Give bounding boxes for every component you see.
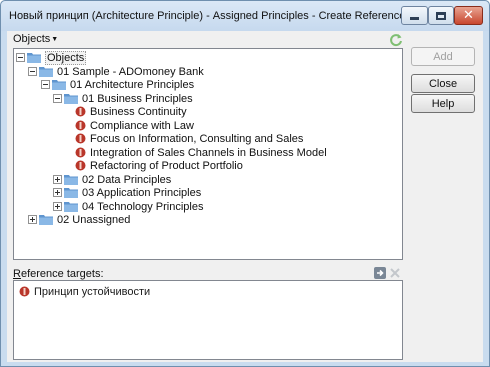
tree-node-business-principles[interactable]: 01 Business Principles	[53, 92, 193, 105]
folder-icon	[27, 53, 41, 63]
expand-icon[interactable]	[53, 188, 62, 197]
close-button[interactable]: Close	[411, 74, 475, 93]
folder-icon	[64, 202, 78, 212]
maximize-icon	[436, 11, 446, 20]
tree-node-technology-principles[interactable]: 04 Technology Principles	[53, 200, 203, 213]
reference-targets-label: Reference targets:	[13, 268, 104, 280]
tree-node-architecture-principles[interactable]: 01 Architecture Principles	[41, 78, 194, 91]
principle-icon	[75, 120, 86, 131]
expand-icon[interactable]	[53, 175, 62, 184]
refresh-icon[interactable]	[389, 33, 403, 47]
tree-node-label: 01 Business Principles	[82, 92, 193, 105]
folder-icon	[64, 175, 78, 185]
delete-x-icon[interactable]	[389, 267, 401, 279]
window-close-button[interactable]: ✕	[454, 6, 483, 25]
title-bar: Новый принцип (Architecture Principle) -…	[1, 1, 489, 31]
add-button[interactable]: Add	[411, 47, 475, 66]
principle-icon	[75, 160, 86, 171]
folder-icon	[39, 67, 53, 77]
tree-node-label: 03 Application Principles	[82, 186, 202, 199]
tree-node-principle[interactable]: Compliance with Law	[75, 119, 194, 132]
tree-node-label: 04 Technology Principles	[82, 200, 204, 213]
arrow-right-icon[interactable]	[374, 267, 386, 279]
expand-icon[interactable]	[53, 202, 62, 211]
reference-targets-list[interactable]: Принцип устойчивости	[13, 280, 403, 360]
principle-icon	[75, 133, 86, 144]
collapse-icon[interactable]	[28, 67, 37, 76]
collapse-icon[interactable]	[41, 80, 50, 89]
help-button[interactable]: Help	[411, 94, 475, 113]
tree-node-label: Objects	[45, 50, 87, 65]
folder-icon	[39, 215, 53, 225]
reference-targets-text: eference targets:	[20, 268, 104, 280]
tree-node-unassigned[interactable]: 02 Unassigned	[28, 213, 130, 226]
tree-node-label: 02 Data Principles	[82, 173, 172, 186]
objects-menu[interactable]: Objects▼	[13, 33, 58, 47]
reference-target-item[interactable]: Принцип устойчивости	[19, 285, 150, 298]
tree-node-label: Integration of Sales Channels in Busines…	[90, 146, 327, 159]
minimize-icon	[410, 17, 419, 20]
tree-node-label: 01 Architecture Principles	[70, 78, 195, 91]
reference-targets-mnemonic: R	[13, 268, 21, 280]
tree-node-label: Refactoring of Product Portfolio	[90, 159, 243, 172]
collapse-icon[interactable]	[53, 94, 62, 103]
close-icon: ✕	[463, 8, 474, 23]
dropdown-caret-icon: ▼	[51, 36, 59, 43]
tree-node-principle[interactable]: Focus on Information, Consulting and Sal…	[75, 132, 303, 145]
tree-node-label: 01 Sample - ADOmoney Bank	[57, 65, 204, 78]
objects-menu-label: Objects	[13, 33, 51, 45]
principle-icon	[75, 147, 86, 158]
window-title: Новый принцип (Architecture Principle) -…	[9, 10, 406, 22]
minimize-button[interactable]	[401, 6, 428, 25]
folder-icon	[64, 188, 78, 198]
tree-node-principle[interactable]: Refactoring of Product Portfolio	[75, 159, 243, 172]
maximize-button[interactable]	[428, 6, 454, 25]
tree-node-sample[interactable]: 01 Sample - ADOmoney Bank	[28, 65, 204, 78]
tree-node-principle[interactable]: Integration of Sales Channels in Busines…	[75, 146, 327, 159]
tree-node-principle[interactable]: Business Continuity	[75, 105, 187, 118]
collapse-icon[interactable]	[16, 53, 25, 62]
tree-node-data-principles[interactable]: 02 Data Principles	[53, 173, 171, 186]
folder-icon	[64, 94, 78, 104]
tree-node-label: Focus on Information, Consulting and Sal…	[90, 132, 304, 145]
object-tree[interactable]: Objects 01 Sample - ADOmoney Bank 01 Arc…	[13, 48, 403, 260]
tree-node-application-principles[interactable]: 03 Application Principles	[53, 186, 201, 199]
tree-node-objects[interactable]: Objects	[16, 50, 87, 65]
tree-node-label: Compliance with Law	[90, 119, 194, 132]
expand-icon[interactable]	[28, 215, 37, 224]
principle-icon	[19, 286, 30, 297]
tree-node-label: Business Continuity	[90, 105, 187, 118]
principle-icon	[75, 106, 86, 117]
tree-node-label: 02 Unassigned	[57, 213, 131, 226]
reference-target-label: Принцип устойчивости	[34, 285, 151, 298]
folder-icon	[52, 80, 66, 90]
